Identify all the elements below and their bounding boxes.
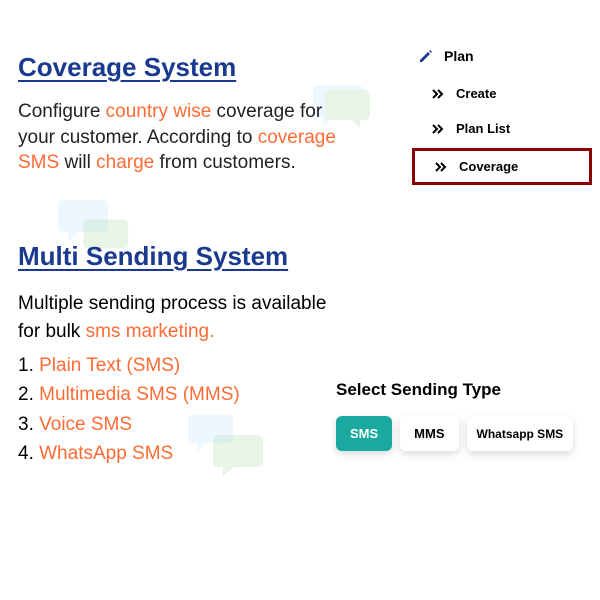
list-item: 4. WhatsApp SMS xyxy=(18,439,338,468)
sending-type-buttons: SMS MMS Whatsapp SMS xyxy=(332,416,596,451)
multi-sending-description: Multiple sending process is available fo… xyxy=(18,290,338,469)
menu-label: Coverage xyxy=(459,159,518,174)
coverage-description: Configure country wise coverage for your… xyxy=(18,99,338,176)
list-item: 3. Voice SMS xyxy=(18,410,338,439)
list-item: 2. Multimedia SMS (MMS) xyxy=(18,380,338,409)
plan-menu: Plan Create Plan List Coverage xyxy=(406,38,598,189)
mms-button[interactable]: MMS xyxy=(400,416,458,451)
menu-label: Create xyxy=(456,86,496,101)
chevron-double-right-icon xyxy=(432,124,446,134)
menu-item-create[interactable]: Create xyxy=(412,78,592,109)
menu-label: Plan List xyxy=(456,121,510,136)
sending-type-title: Select Sending Type xyxy=(332,380,596,400)
chevron-double-right-icon xyxy=(435,162,449,172)
whatsapp-sms-button[interactable]: Whatsapp SMS xyxy=(467,416,574,451)
menu-label: Plan xyxy=(444,48,474,64)
sending-type-list: 1. Plain Text (SMS) 2. Multimedia SMS (M… xyxy=(18,351,338,469)
chevron-double-right-icon xyxy=(432,89,446,99)
multi-sending-heading: Multi Sending System xyxy=(18,241,582,272)
edit-icon xyxy=(418,48,434,64)
menu-item-plan[interactable]: Plan xyxy=(406,38,598,74)
menu-item-plan-list[interactable]: Plan List xyxy=(412,113,592,144)
list-item: 1. Plain Text (SMS) xyxy=(18,351,338,380)
sending-type-panel: Select Sending Type SMS MMS Whatsapp SMS xyxy=(332,380,596,451)
sms-button[interactable]: SMS xyxy=(336,416,392,451)
